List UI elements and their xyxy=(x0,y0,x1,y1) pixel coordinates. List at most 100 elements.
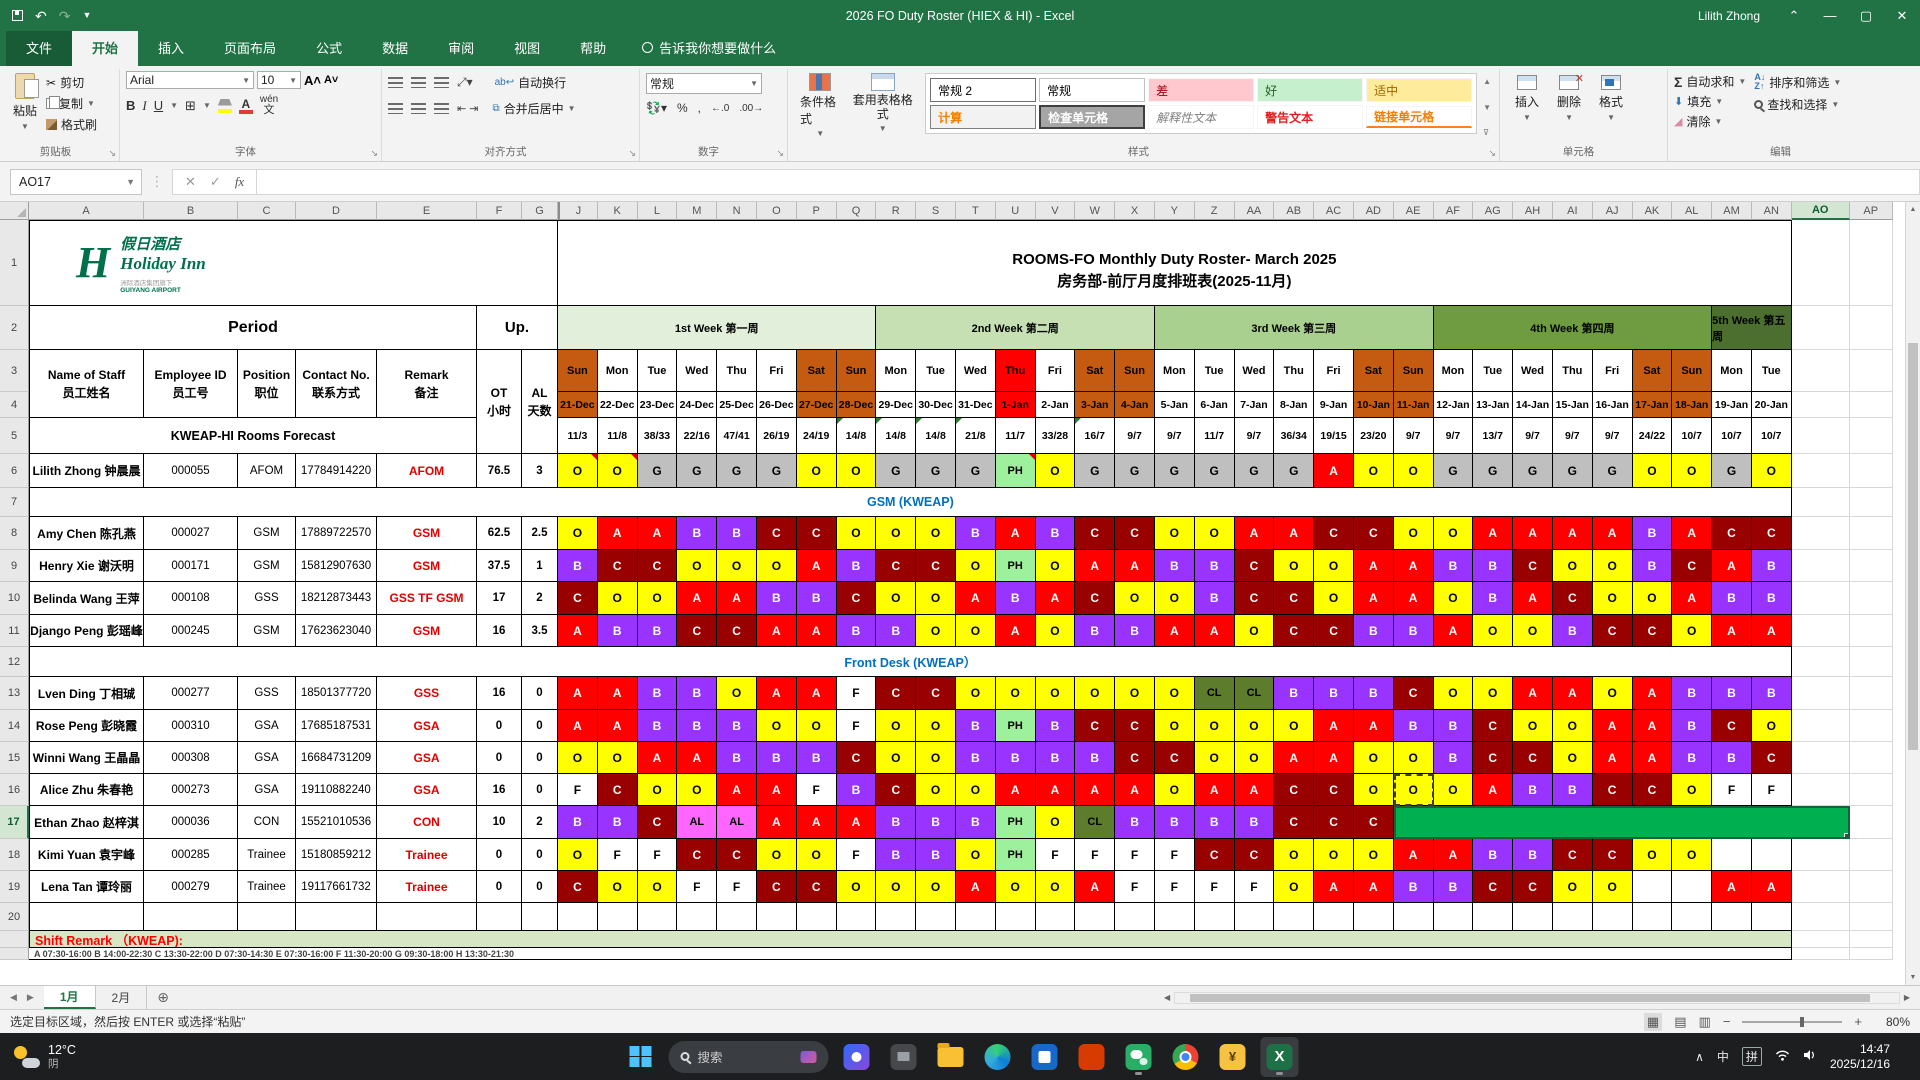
alignment-dialog-launcher[interactable]: ↘ xyxy=(628,148,636,159)
grid-cell[interactable] xyxy=(1752,903,1792,931)
conditional-formatting-button[interactable]: 条件格式▼ xyxy=(794,71,846,143)
shift-cell[interactable]: O xyxy=(1672,615,1712,647)
day-name-header[interactable]: Wed xyxy=(1235,350,1275,392)
shift-cell[interactable]: C xyxy=(598,550,638,582)
shift-cell[interactable]: C xyxy=(1354,806,1394,839)
column-header-E[interactable]: E xyxy=(377,202,477,220)
cell-style-option[interactable]: 常规 2 xyxy=(930,78,1036,102)
column-header-AB[interactable]: AB xyxy=(1274,202,1314,220)
taskbar-app-grid[interactable] xyxy=(1073,1037,1111,1077)
clipboard-dialog-launcher[interactable]: ↘ xyxy=(108,148,116,159)
day-name-header[interactable]: Tue xyxy=(1752,350,1792,392)
horizontal-scroll-thumb[interactable] xyxy=(1190,994,1870,1002)
shift-cell[interactable]: O xyxy=(558,839,598,871)
shift-cell[interactable]: O xyxy=(916,710,956,742)
forecast-cell[interactable]: 9/7 xyxy=(1434,418,1474,454)
shift-cell[interactable]: A xyxy=(797,806,837,839)
shift-cell[interactable]: O xyxy=(1235,615,1275,647)
shift-cell[interactable]: O xyxy=(1195,517,1235,550)
grid-cell[interactable] xyxy=(1792,418,1850,454)
shift-cell[interactable]: O xyxy=(558,454,598,488)
row-header[interactable] xyxy=(0,948,29,960)
employee-id-cell[interactable]: 000036 xyxy=(144,806,238,839)
position-cell[interactable]: Trainee xyxy=(238,839,296,871)
column-header-R[interactable]: R xyxy=(876,202,916,220)
shift-cell[interactable]: O xyxy=(1354,742,1394,774)
contact-cell[interactable]: 18501377720 xyxy=(296,677,377,710)
shift-cell[interactable]: G xyxy=(677,454,717,488)
column-header-S[interactable]: S xyxy=(916,202,956,220)
shift-cell[interactable]: O xyxy=(1434,774,1474,806)
worksheet-grid[interactable]: ABCDEFGJKLMNOPQRSTUVWXYZAAABACADAEAFAGAH… xyxy=(0,202,1905,985)
shift-cell[interactable]: A xyxy=(1394,839,1434,871)
day-name-header[interactable]: Sun xyxy=(1672,350,1712,392)
shift-cell[interactable]: B xyxy=(717,742,757,774)
shift-cell[interactable]: B xyxy=(797,582,837,615)
shift-cell[interactable]: C xyxy=(638,806,678,839)
shift-cell[interactable]: O xyxy=(916,517,956,550)
tab-插入[interactable]: 插入 xyxy=(138,30,204,66)
sheet-nav-right-icon[interactable]: ▶ xyxy=(27,992,34,1003)
shift-cell[interactable]: A xyxy=(1354,550,1394,582)
shift-cell[interactable]: B xyxy=(916,839,956,871)
shift-cell[interactable]: B xyxy=(638,710,678,742)
day-name-header[interactable]: Mon xyxy=(1434,350,1474,392)
shift-cell[interactable]: C xyxy=(1513,871,1553,903)
zoom-level[interactable]: 80% xyxy=(1874,1015,1910,1029)
clear-button[interactable]: ◢清除▼ xyxy=(1674,113,1746,130)
shift-cell[interactable]: C xyxy=(1473,871,1513,903)
grid-cell[interactable] xyxy=(1850,517,1893,550)
shift-cell[interactable]: B xyxy=(956,742,996,774)
shift-cell[interactable]: O xyxy=(638,871,678,903)
shift-cell[interactable]: B xyxy=(1036,710,1076,742)
date-header[interactable]: 23-Dec xyxy=(638,392,678,418)
day-name-header[interactable]: Mon xyxy=(1155,350,1195,392)
shift-cell[interactable]: O xyxy=(876,710,916,742)
taskbar-app-finance[interactable]: ¥ xyxy=(1214,1037,1252,1077)
shift-cell[interactable]: O xyxy=(1115,677,1155,710)
staff-name-cell[interactable]: Kimi Yuan 袁宇峰 xyxy=(29,839,144,871)
position-cell[interactable]: GSM xyxy=(238,615,296,647)
shift-cell[interactable]: A xyxy=(757,806,797,839)
shift-cell[interactable]: PH xyxy=(996,550,1036,582)
grid-cell[interactable] xyxy=(1155,903,1195,931)
column-header-AJ[interactable]: AJ xyxy=(1593,202,1633,220)
day-name-header[interactable]: Tue xyxy=(916,350,956,392)
grid-cell[interactable] xyxy=(837,903,877,931)
column-header-T[interactable]: T xyxy=(956,202,996,220)
column-header-B[interactable]: B xyxy=(144,202,238,220)
remark-cell[interactable]: GSM xyxy=(377,517,477,550)
shift-cell[interactable]: O xyxy=(1274,710,1314,742)
insert-function-icon[interactable]: fx xyxy=(235,174,244,190)
shift-cell[interactable]: AL xyxy=(717,806,757,839)
shift-cell[interactable]: O xyxy=(916,582,956,615)
shift-cell[interactable]: B xyxy=(1394,615,1434,647)
shift-cell[interactable]: O xyxy=(1195,742,1235,774)
grid-cell[interactable] xyxy=(1850,677,1893,710)
taskbar-app-store[interactable] xyxy=(1026,1037,1064,1077)
shift-cell[interactable]: A xyxy=(1354,582,1394,615)
shift-cell[interactable]: C xyxy=(1593,615,1633,647)
forecast-cell[interactable]: 10/7 xyxy=(1712,418,1752,454)
shift-cell[interactable]: A xyxy=(1195,615,1235,647)
shift-cell[interactable]: A xyxy=(757,615,797,647)
shift-cell[interactable] xyxy=(1633,871,1673,903)
selected-merged-cell[interactable] xyxy=(1394,806,1850,839)
row-header[interactable]: 20 xyxy=(0,903,29,931)
shift-cell[interactable]: G xyxy=(1075,454,1115,488)
day-name-header[interactable]: Sat xyxy=(1075,350,1115,392)
forecast-cell[interactable]: 13/7 xyxy=(1473,418,1513,454)
date-header[interactable]: 9-Jan xyxy=(1314,392,1354,418)
shift-cell[interactable]: C xyxy=(1235,839,1275,871)
shift-cell[interactable]: A xyxy=(1712,871,1752,903)
shift-cell[interactable]: C xyxy=(638,550,678,582)
contact-cell[interactable]: 15180859212 xyxy=(296,839,377,871)
forecast-cell[interactable]: 19/15 xyxy=(1314,418,1354,454)
shift-cell[interactable]: O xyxy=(598,582,638,615)
shift-cell[interactable]: A xyxy=(1593,742,1633,774)
shift-cell[interactable]: A xyxy=(1274,517,1314,550)
format-as-table-button[interactable]: 套用表格格式▼ xyxy=(846,71,919,143)
shift-cell[interactable]: F xyxy=(837,677,877,710)
cell-style-option[interactable]: 计算 xyxy=(930,105,1036,129)
grid-cell[interactable] xyxy=(876,903,916,931)
